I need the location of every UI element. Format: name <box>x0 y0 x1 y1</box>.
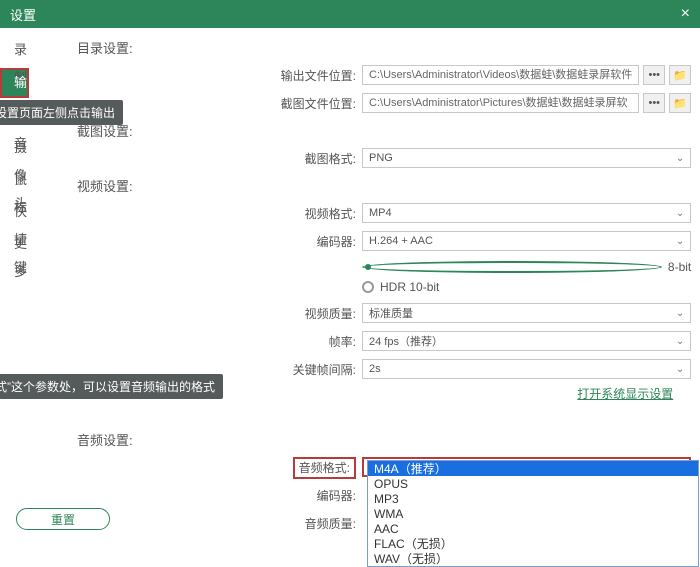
sidebar-item-record[interactable]: 录制 <box>0 36 29 64</box>
chevron-down-icon: ⌄ <box>676 208 684 219</box>
video-fps-select[interactable]: 24 fps（推荐）⌄ <box>362 331 691 351</box>
video-fps-label: 帧率: <box>29 333 362 350</box>
reset-button[interactable]: 重置 <box>16 508 110 530</box>
folder-icon[interactable]: 📁 <box>669 65 691 85</box>
radio-8bit[interactable]: 8-bit <box>362 257 691 277</box>
section-dir-header: 目录设置: <box>77 38 691 57</box>
video-format-select[interactable]: MP4⌄ <box>362 203 691 223</box>
video-format-label: 视频格式: <box>29 205 362 222</box>
radio-icon <box>362 281 374 293</box>
open-display-settings-link[interactable]: 打开系统显示设置 <box>577 385 673 402</box>
close-icon[interactable]: × <box>681 5 690 23</box>
radio-icon <box>362 261 662 273</box>
chevron-down-icon: ⌄ <box>676 364 684 375</box>
callout-2: 2 在“音频格式”这个参数处，可以设置音频输出的格式 <box>0 374 223 399</box>
section-screenshot-header: 截图设置: <box>77 121 691 140</box>
dropdown-option[interactable]: AAC <box>368 521 698 536</box>
sidebar-item-more[interactable]: 更多 <box>0 230 29 258</box>
row-video-format: 视频格式: MP4⌄ <box>29 201 691 225</box>
row-video-encoder: 编码器: H.264 + AAC⌄ <box>29 229 691 253</box>
callout-2-tooltip: 在“音频格式”这个参数处，可以设置音频输出的格式 <box>0 374 223 399</box>
video-encoder-select[interactable]: H.264 + AAC⌄ <box>362 231 691 251</box>
row-output-path: 输出文件位置: C:\Users\Administrator\Videos\数据… <box>29 63 691 87</box>
chevron-down-icon: ⌄ <box>676 153 684 164</box>
section-audio-header: 音频设置: <box>77 430 691 449</box>
audio-encoder-label: 编码器: <box>29 487 362 504</box>
dropdown-option[interactable]: MP3 <box>368 491 698 506</box>
dropdown-option[interactable]: OPUS <box>368 476 698 491</box>
sidebar-item-hotkey[interactable]: 快捷键 <box>0 198 29 226</box>
callout-1-tooltip: 在设置页面左侧点击输出 <box>0 100 123 125</box>
sidebar-item-output[interactable]: 输出 <box>0 68 29 98</box>
section-video-header: 视频设置: <box>77 176 691 195</box>
more-icon[interactable]: ••• <box>643 65 665 85</box>
radio-hdr10bit[interactable]: HDR 10-bit <box>362 277 691 297</box>
audio-format-dropdown[interactable]: M4A（推荐） OPUS MP3 WMA AAC FLAC（无损） WAV（无损… <box>367 460 699 567</box>
row-screenshot-format: 截图格式: PNG⌄ <box>29 146 691 170</box>
output-path-label: 输出文件位置: <box>29 67 362 84</box>
more-icon[interactable]: ••• <box>643 93 665 113</box>
audio-format-label: 音频格式: <box>29 459 362 476</box>
row-video-quality: 视频质量: 标准质量⌄ <box>29 301 691 325</box>
chevron-down-icon: ⌄ <box>676 308 684 319</box>
output-path-input[interactable]: C:\Users\Administrator\Videos\数据蛙\数据蛙录屏软… <box>362 65 639 85</box>
screenshot-format-label: 截图格式: <box>29 150 362 167</box>
dropdown-option[interactable]: M4A（推荐） <box>368 461 698 476</box>
content-pane: 1 在设置页面左侧点击输出 目录设置: 输出文件位置: C:\Users\Adm… <box>29 28 700 544</box>
video-encoder-label: 编码器: <box>29 233 362 250</box>
screenshot-path-input[interactable]: C:\Users\Administrator\Pictures\数据蛙\数据蛙录… <box>362 93 639 113</box>
video-quality-label: 视频质量: <box>29 305 362 322</box>
dropdown-option[interactable]: WMA <box>368 506 698 521</box>
row-video-fps: 帧率: 24 fps（推荐）⌄ <box>29 329 691 353</box>
titlebar: 设置 × <box>0 0 700 28</box>
dropdown-option[interactable]: WAV（无损） <box>368 551 698 566</box>
sidebar-item-camera[interactable]: 摄像头 <box>0 134 29 162</box>
sidebar-item-mouse[interactable]: 鼠标 <box>0 166 29 194</box>
video-keyframe-select[interactable]: 2s⌄ <box>362 359 691 379</box>
screenshot-format-select[interactable]: PNG⌄ <box>362 148 691 168</box>
window-title: 设置 <box>10 5 36 24</box>
chevron-down-icon: ⌄ <box>676 336 684 347</box>
folder-icon[interactable]: 📁 <box>669 93 691 113</box>
chevron-down-icon: ⌄ <box>676 236 684 247</box>
video-quality-select[interactable]: 标准质量⌄ <box>362 303 691 323</box>
row-screenshot-path: 截图文件位置: C:\Users\Administrator\Pictures\… <box>29 91 691 115</box>
main-layout: 录制 输出 声音 摄像头 鼠标 快捷键 更多 1 在设置页面左侧点击输出 目录设… <box>0 28 700 544</box>
